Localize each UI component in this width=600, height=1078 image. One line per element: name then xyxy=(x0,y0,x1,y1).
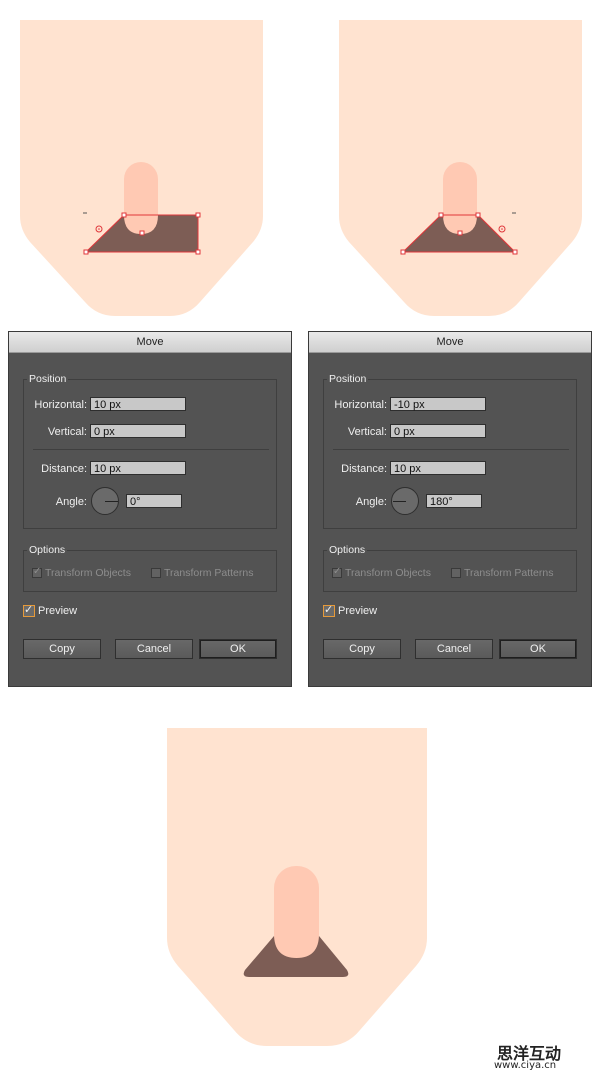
angle-label: Angle: xyxy=(55,496,87,508)
move-dialog-left: Move Position Horizontal: 10 px Vertical… xyxy=(9,332,291,686)
position-group-label: Position xyxy=(327,373,369,385)
angle-dial[interactable] xyxy=(391,487,419,515)
checkmark-icon: ✓ xyxy=(24,604,34,616)
angle-field[interactable]: 180° xyxy=(426,494,482,508)
divider xyxy=(333,449,569,450)
angle-needle xyxy=(105,501,118,502)
horizontal-field[interactable]: 10 px xyxy=(90,397,186,411)
checkmark-icon: ✓ xyxy=(333,566,342,577)
angle-field[interactable]: 0° xyxy=(126,494,182,508)
horizontal-field[interactable]: -10 px xyxy=(390,397,486,411)
preview-label: Preview xyxy=(338,605,378,617)
distance-label: Distance: xyxy=(341,463,387,475)
dialog-title: Move xyxy=(9,332,291,353)
checkmark-icon: ✓ xyxy=(33,566,42,577)
distance-label: Distance: xyxy=(41,463,87,475)
watermark-url: www.ciya.cn xyxy=(494,1060,557,1071)
distance-field[interactable]: 10 px xyxy=(90,461,186,475)
horizontal-label: Horizontal: xyxy=(34,399,87,411)
horizontal-label: Horizontal: xyxy=(334,399,387,411)
angle-label: Angle: xyxy=(355,496,387,508)
copy-button[interactable]: Copy xyxy=(23,639,101,659)
vertical-label: Vertical: xyxy=(47,426,87,438)
angle-dial[interactable] xyxy=(91,487,119,515)
transform-objects-label: Transform Objects xyxy=(45,567,131,579)
transform-patterns-label: Transform Patterns xyxy=(464,567,554,579)
copy-button[interactable]: Copy xyxy=(323,639,401,659)
dialog-title: Move xyxy=(309,332,591,353)
cancel-button[interactable]: Cancel xyxy=(415,639,493,659)
ok-button[interactable]: OK xyxy=(199,639,277,659)
options-group-label: Options xyxy=(327,544,368,556)
vertical-label: Vertical: xyxy=(347,426,387,438)
preview-label: Preview xyxy=(38,605,78,617)
move-dialog-right: Move Position Horizontal: -10 px Vertica… xyxy=(309,332,591,686)
vertical-field[interactable]: 0 px xyxy=(90,424,186,438)
angle-needle xyxy=(393,501,406,502)
transform-objects-label: Transform Objects xyxy=(345,567,431,579)
distance-field[interactable]: 10 px xyxy=(390,461,486,475)
vertical-field[interactable]: 0 px xyxy=(390,424,486,438)
transform-patterns-label: Transform Patterns xyxy=(164,567,254,579)
divider xyxy=(33,449,269,450)
artwork-right xyxy=(339,20,582,316)
ok-button[interactable]: OK xyxy=(499,639,577,659)
options-group-label: Options xyxy=(27,544,68,556)
transform-patterns-checkbox[interactable] xyxy=(451,568,461,578)
position-group-label: Position xyxy=(27,373,69,385)
cancel-button[interactable]: Cancel xyxy=(115,639,193,659)
transform-patterns-checkbox[interactable] xyxy=(151,568,161,578)
checkmark-icon: ✓ xyxy=(324,604,334,616)
artwork-left xyxy=(20,20,263,316)
artwork-result xyxy=(167,728,427,1046)
